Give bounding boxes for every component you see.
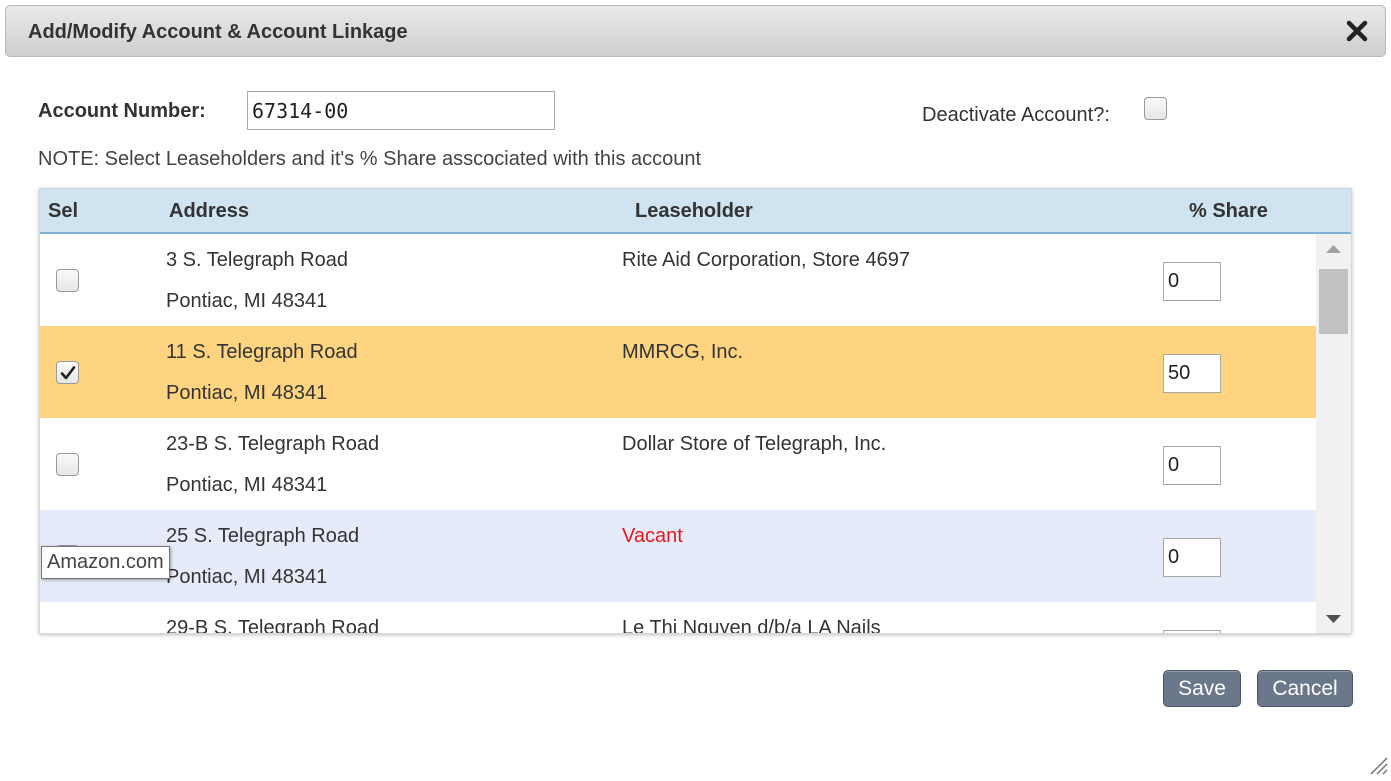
- deactivate-account-label: Deactivate Account?:: [922, 104, 1110, 126]
- resize-handle-icon[interactable]: [1365, 752, 1389, 776]
- leaseholder-name: MMRCG, Inc.: [622, 341, 744, 363]
- share-input[interactable]: [1163, 630, 1221, 633]
- dialog-title: Add/Modify Account & Account Linkage: [28, 21, 408, 43]
- leaseholder-grid: Sel Address Leaseholder % Share 3 S. Tel…: [39, 188, 1352, 634]
- checkmark-icon: [60, 366, 76, 380]
- column-header-leaseholder[interactable]: Leaseholder: [635, 200, 753, 223]
- leaseholder-name: Dollar Store of Telegraph, Inc.: [622, 433, 887, 455]
- grid-header: Sel Address Leaseholder % Share: [40, 189, 1351, 234]
- row-select-checkbox[interactable]: [56, 269, 79, 292]
- column-header-sel[interactable]: Sel: [48, 200, 78, 223]
- column-header-share[interactable]: % Share: [1189, 200, 1268, 223]
- row-select-checkbox[interactable]: [56, 361, 79, 384]
- address-line1: 25 S. Telegraph Road: [166, 525, 360, 547]
- share-input[interactable]: [1163, 538, 1221, 577]
- grid-body: 3 S. Telegraph Road Pontiac, MI 48341 Ri…: [40, 234, 1316, 634]
- address-line2: Pontiac, MI 48341: [166, 474, 328, 496]
- table-row[interactable]: 29-B S. Telegraph Road Le Thi Nguyen d/b…: [40, 602, 1316, 634]
- row-select-checkbox[interactable]: [56, 453, 79, 476]
- share-input[interactable]: [1163, 262, 1221, 301]
- address-line1: 29-B S. Telegraph Road: [166, 617, 380, 634]
- table-row[interactable]: 25 S. Telegraph Road Pontiac, MI 48341 V…: [40, 510, 1316, 602]
- cancel-button[interactable]: Cancel: [1257, 670, 1353, 707]
- close-icon[interactable]: [1345, 19, 1369, 43]
- address-line1: 11 S. Telegraph Road: [166, 341, 358, 363]
- vertical-scrollbar[interactable]: [1316, 234, 1351, 633]
- table-row[interactable]: 3 S. Telegraph Road Pontiac, MI 48341 Ri…: [40, 234, 1316, 326]
- leaseholder-name: Vacant: [622, 525, 683, 547]
- dialog-titlebar: Add/Modify Account & Account Linkage: [5, 5, 1386, 57]
- deactivate-account-checkbox[interactable]: [1144, 97, 1167, 120]
- address-line2: Pontiac, MI 48341: [166, 382, 328, 404]
- share-input[interactable]: [1163, 446, 1221, 485]
- scrollbar-thumb[interactable]: [1319, 269, 1348, 334]
- table-row[interactable]: 11 S. Telegraph Road Pontiac, MI 48341 M…: [40, 326, 1316, 418]
- save-button[interactable]: Save: [1163, 670, 1241, 707]
- address-line2: Pontiac, MI 48341: [166, 566, 328, 588]
- table-row[interactable]: 23-B S. Telegraph Road Pontiac, MI 48341…: [40, 418, 1316, 510]
- account-number-input[interactable]: [247, 91, 555, 130]
- column-header-address[interactable]: Address: [169, 200, 249, 223]
- tooltip: Amazon.com: [41, 546, 170, 579]
- address-line1: 23-B S. Telegraph Road: [166, 433, 380, 455]
- note-text: NOTE: Select Leaseholders and it's % Sha…: [38, 148, 702, 170]
- address-line2: Pontiac, MI 48341: [166, 290, 328, 312]
- address-line1: 3 S. Telegraph Road: [166, 249, 348, 271]
- leaseholder-name: Rite Aid Corporation, Store 4697: [622, 249, 910, 271]
- scroll-up-arrow-icon[interactable]: [1316, 234, 1351, 264]
- share-input[interactable]: [1163, 354, 1221, 393]
- leaseholder-name: Le Thi Nguyen d/b/a LA Nails: [622, 617, 881, 634]
- account-number-label: Account Number:: [38, 100, 206, 122]
- scroll-down-arrow-icon[interactable]: [1316, 604, 1351, 633]
